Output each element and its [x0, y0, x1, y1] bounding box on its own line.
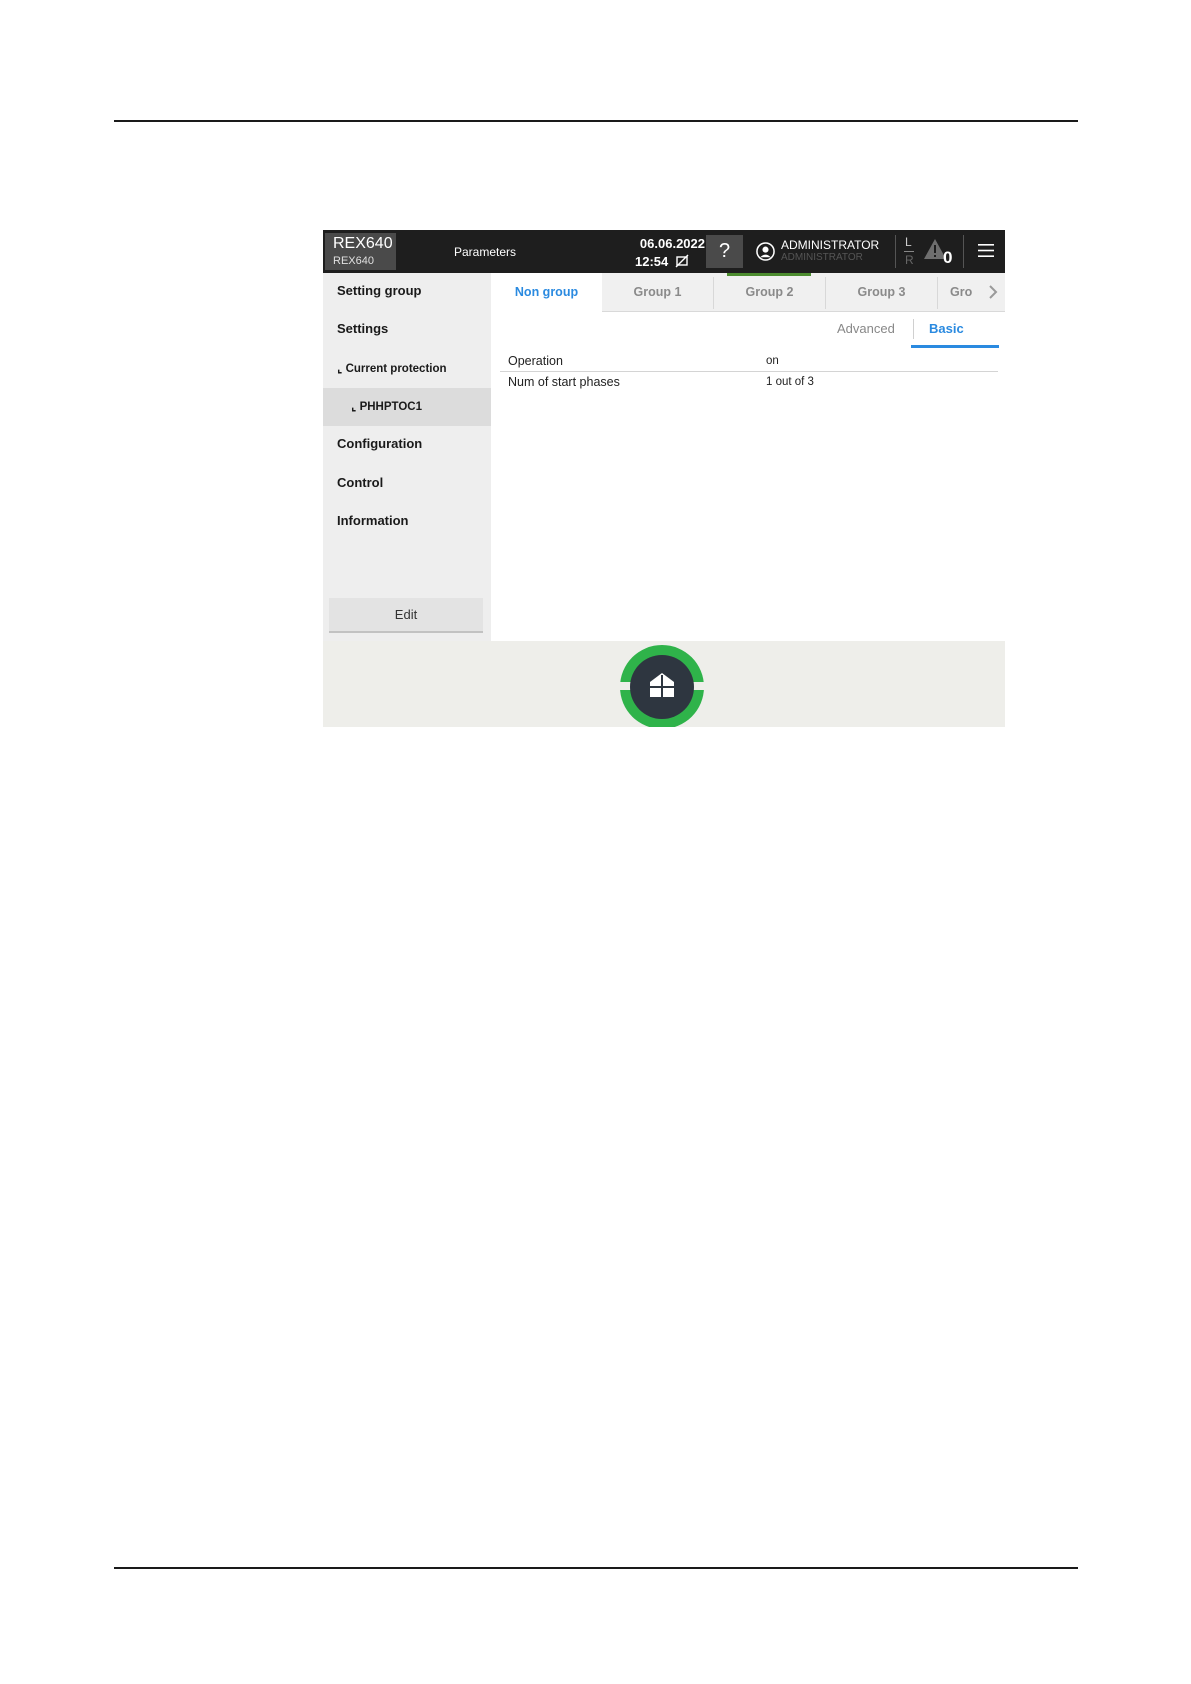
- remote-indicator: R: [905, 253, 914, 267]
- sync-off-icon: [675, 254, 689, 268]
- tab-group-1[interactable]: Group 1: [602, 273, 713, 311]
- hmi-screen: REX640 REX640 Parameters 06.06.2022 12:5…: [323, 230, 1005, 727]
- user-icon[interactable]: [756, 242, 775, 261]
- sidebar-item-label: ⌞ Current protection: [337, 363, 447, 375]
- local-indicator: L: [905, 235, 912, 249]
- sidebar: Setting group Settings ⌞ Current protect…: [323, 273, 491, 641]
- sidebar-item-configuration[interactable]: Configuration: [323, 426, 491, 464]
- sidebar-item-settings[interactable]: Settings: [323, 311, 491, 349]
- toggle-divider: [913, 319, 914, 339]
- sidebar-item-label: Settings: [337, 321, 389, 336]
- parameter-row[interactable]: Num of start phases 1 out of 3: [500, 372, 998, 392]
- advanced-toggle[interactable]: Advanced: [837, 321, 895, 336]
- sidebar-item-label: Control: [337, 475, 384, 490]
- sidebar-item-label: Configuration: [337, 436, 423, 451]
- parameter-row[interactable]: Operation on: [500, 351, 998, 372]
- home-icon[interactable]: [648, 671, 676, 699]
- active-group-indicator: [727, 273, 811, 276]
- page-top-rule: [114, 120, 1078, 122]
- sidebar-item-current-protection[interactable]: ⌞ Current protection: [323, 350, 491, 388]
- sidebar-item-control[interactable]: Control: [323, 465, 491, 503]
- page-title: Parameters: [454, 245, 517, 259]
- lr-divider: [904, 251, 914, 252]
- group-tabs: Non group Group 1 Group 2 Group 3 Gro: [491, 273, 1005, 312]
- tab-group-2[interactable]: Group 2: [714, 273, 825, 311]
- user-role: ADMINISTRATOR: [781, 252, 863, 263]
- help-icon: ?: [718, 240, 731, 262]
- basic-toggle[interactable]: Basic: [929, 321, 964, 336]
- tab-non-group[interactable]: Non group: [491, 273, 602, 312]
- basic-toggle-underline: [911, 345, 999, 348]
- sidebar-item-label: Setting group: [337, 283, 422, 298]
- chevron-right-icon[interactable]: [987, 284, 999, 300]
- main-panel: Non group Group 1 Group 2 Group 3 Gro Ad…: [491, 273, 1005, 641]
- tab-group-3[interactable]: Group 3: [826, 273, 937, 311]
- header-bar: REX640 REX640 Parameters 06.06.2022 12:5…: [323, 230, 1005, 273]
- help-button[interactable]: ?: [706, 235, 743, 268]
- device-name: REX640: [333, 235, 393, 252]
- header-divider: [895, 235, 896, 268]
- device-button[interactable]: REX640 REX640: [325, 233, 396, 270]
- sidebar-item-phhptoc1[interactable]: ⌞ PHHPTOC1: [323, 388, 491, 426]
- sidebar-item-information[interactable]: Information: [323, 503, 491, 541]
- date-display: 06.06.2022: [639, 236, 705, 251]
- sidebar-item-label: Information: [337, 513, 409, 528]
- user-name[interactable]: ADMINISTRATOR: [781, 238, 879, 252]
- sidebar-item-setting-group[interactable]: Setting group: [323, 273, 491, 311]
- parameter-value: 1 out of 3: [766, 376, 814, 388]
- header-divider: [963, 235, 964, 268]
- alarm-count: 0: [943, 248, 953, 267]
- device-subtitle: REX640: [333, 255, 374, 267]
- parameter-name: Operation: [508, 354, 563, 368]
- parameter-value: on: [766, 355, 779, 367]
- page-bottom-rule: [114, 1567, 1078, 1569]
- time-display: 12:54: [635, 254, 669, 269]
- menu-icon[interactable]: [977, 242, 995, 259]
- parameter-name: Num of start phases: [508, 375, 620, 389]
- sidebar-item-label: ⌞ PHHPTOC1: [351, 401, 422, 413]
- edit-button[interactable]: Edit: [329, 598, 483, 633]
